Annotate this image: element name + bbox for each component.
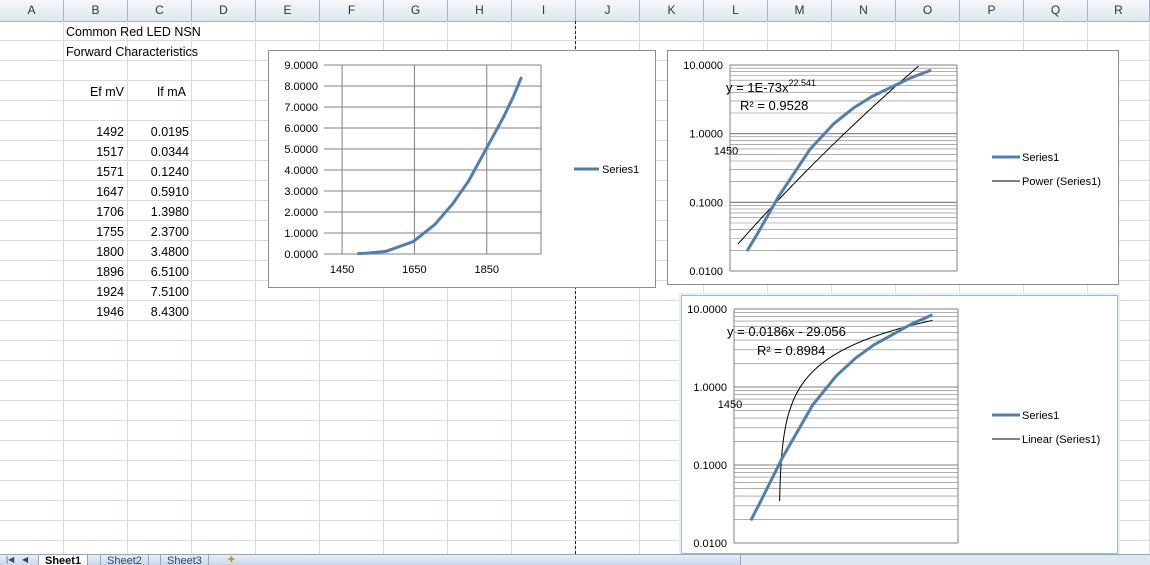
cell-if-value[interactable]: 0.1240 — [128, 162, 189, 182]
y-tick-label: 4.0000 — [284, 165, 318, 177]
y-tick-label: 1.0000 — [693, 382, 727, 394]
y-tick-label: 0.0100 — [693, 538, 727, 550]
column-header-m[interactable]: M — [768, 0, 832, 21]
cell-if-value[interactable]: 8.4300 — [128, 302, 189, 322]
chart-log-linear-plot: 0.0100 0.1000 1.0000 10.0000 1450 Series1 Line… — [687, 304, 1100, 550]
r-squared-label: R² = 0.8984 — [757, 343, 825, 358]
y-tick-label: 7.0000 — [284, 102, 318, 114]
y-tick-label: 0.1000 — [693, 460, 727, 472]
column-header-n[interactable]: N — [832, 0, 896, 21]
y-tick-label: 0.1000 — [689, 197, 723, 209]
column-header-f[interactable]: F — [320, 0, 384, 21]
cell-if-value[interactable]: 0.0195 — [128, 122, 189, 142]
legend-series1-label: Series1 — [1022, 152, 1059, 164]
y-tick-label: 10.0000 — [687, 304, 727, 316]
y-tick-label: 2.0000 — [284, 207, 318, 219]
trend-equation: y = 0.0186x - 29.056 — [727, 324, 846, 339]
y-tick-label: 1.0000 — [689, 129, 723, 141]
cell-ef-value[interactable]: 1755 — [64, 222, 124, 242]
cell-ef-value[interactable]: 1896 — [64, 262, 124, 282]
x-tick-label: 1450 — [330, 264, 354, 276]
cell-ef-value[interactable]: 1800 — [64, 242, 124, 262]
column-header-k[interactable]: K — [640, 0, 704, 21]
cell-ef-value[interactable]: 1946 — [64, 302, 124, 322]
column-header-o[interactable]: O — [896, 0, 960, 21]
column-header-j[interactable]: J — [576, 0, 640, 21]
x-tick-label: 1450 — [718, 399, 742, 411]
cell-ef-value[interactable]: 1706 — [64, 202, 124, 222]
column-header-a[interactable]: A — [0, 0, 64, 21]
column-header-q[interactable]: Q — [1024, 0, 1088, 21]
cell-ef-value[interactable]: 1924 — [64, 282, 124, 302]
column-header-h[interactable]: H — [448, 0, 512, 21]
series1-line — [357, 76, 523, 256]
y-tick-label: 5.0000 — [284, 144, 318, 156]
cell-if-value[interactable]: 0.0344 — [128, 142, 189, 162]
legend-trendline-label: Power (Series1) — [1022, 176, 1101, 188]
column-header-e[interactable]: E — [256, 0, 320, 21]
x-tick-label: 1850 — [475, 264, 499, 276]
chart-linear[interactable]: 0.0000 1.0000 2.0000 3.0000 4.0000 5.0000 6.00… — [268, 50, 656, 288]
header-ef-mv[interactable]: Ef mV — [64, 82, 124, 102]
x-tick-label: 1450 — [714, 146, 738, 158]
y-tick-label: 10.0000 — [683, 60, 723, 72]
r-squared-label: R² = 0.9528 — [740, 98, 808, 113]
y-tick-label: 6.0000 — [284, 123, 318, 135]
cell-ef-value[interactable]: 1571 — [64, 162, 124, 182]
y-tick-label: 9.0000 — [284, 60, 318, 72]
cell-if-value[interactable]: 1.3980 — [128, 202, 189, 222]
chart-linear-plot: 0.0000 1.0000 2.0000 3.0000 4.0000 5.0000 6.00… — [284, 60, 639, 276]
column-header-d[interactable]: D — [192, 0, 256, 21]
sheet-title-1[interactable]: Common Red LED NSN — [66, 22, 201, 42]
legend-series1-label: Series1 — [602, 164, 639, 176]
cell-if-value[interactable]: 3.4800 — [128, 242, 189, 262]
column-header-i[interactable]: I — [512, 0, 576, 21]
cell-ef-value[interactable]: 1517 — [64, 142, 124, 162]
chart-log-linear[interactable]: 0.0100 0.1000 1.0000 10.0000 1450 Series1 Line… — [681, 295, 1118, 554]
x-tick-label: 1650 — [402, 264, 426, 276]
cell-if-value[interactable]: 0.5910 — [128, 182, 189, 202]
legend-series1-label: Series1 — [1022, 410, 1059, 422]
column-header-c[interactable]: C — [128, 0, 192, 21]
cell-ef-value[interactable]: 1492 — [64, 122, 124, 142]
sheet-tab-bar: |◀ ◀ Sheet1 Sheet2 Sheet3 ✚ — [0, 554, 1150, 565]
column-header-r[interactable]: R — [1088, 0, 1150, 21]
y-tick-label: 1.0000 — [284, 228, 318, 240]
sheet-title-2[interactable]: Forward Characteristics — [66, 42, 198, 62]
column-header-bar: ABCDEFGHIJKLMNOPQR — [0, 0, 1150, 22]
y-tick-label: 8.0000 — [284, 81, 318, 93]
header-if-ma[interactable]: If mA — [128, 82, 186, 102]
column-header-b[interactable]: B — [64, 0, 128, 21]
chart-log-power[interactable]: 0.0100 0.1000 1.0000 10.0000 1450 Series1 Powe… — [667, 50, 1119, 285]
legend-trendline-label: Linear (Series1) — [1022, 434, 1100, 446]
cell-ef-value[interactable]: 1647 — [64, 182, 124, 202]
cell-if-value[interactable]: 7.5100 — [128, 282, 189, 302]
cell-if-value[interactable]: 6.5100 — [128, 262, 189, 282]
chart-log-power-plot: 0.0100 0.1000 1.0000 10.0000 1450 Series1 Powe… — [683, 60, 1101, 278]
column-header-g[interactable]: G — [384, 0, 448, 21]
y-tick-label: 0.0100 — [689, 266, 723, 278]
column-header-l[interactable]: L — [704, 0, 768, 21]
cell-if-value[interactable]: 2.3700 — [128, 222, 189, 242]
y-tick-label: 3.0000 — [284, 186, 318, 198]
y-tick-label: 0.0000 — [284, 249, 318, 261]
column-header-p[interactable]: P — [960, 0, 1024, 21]
